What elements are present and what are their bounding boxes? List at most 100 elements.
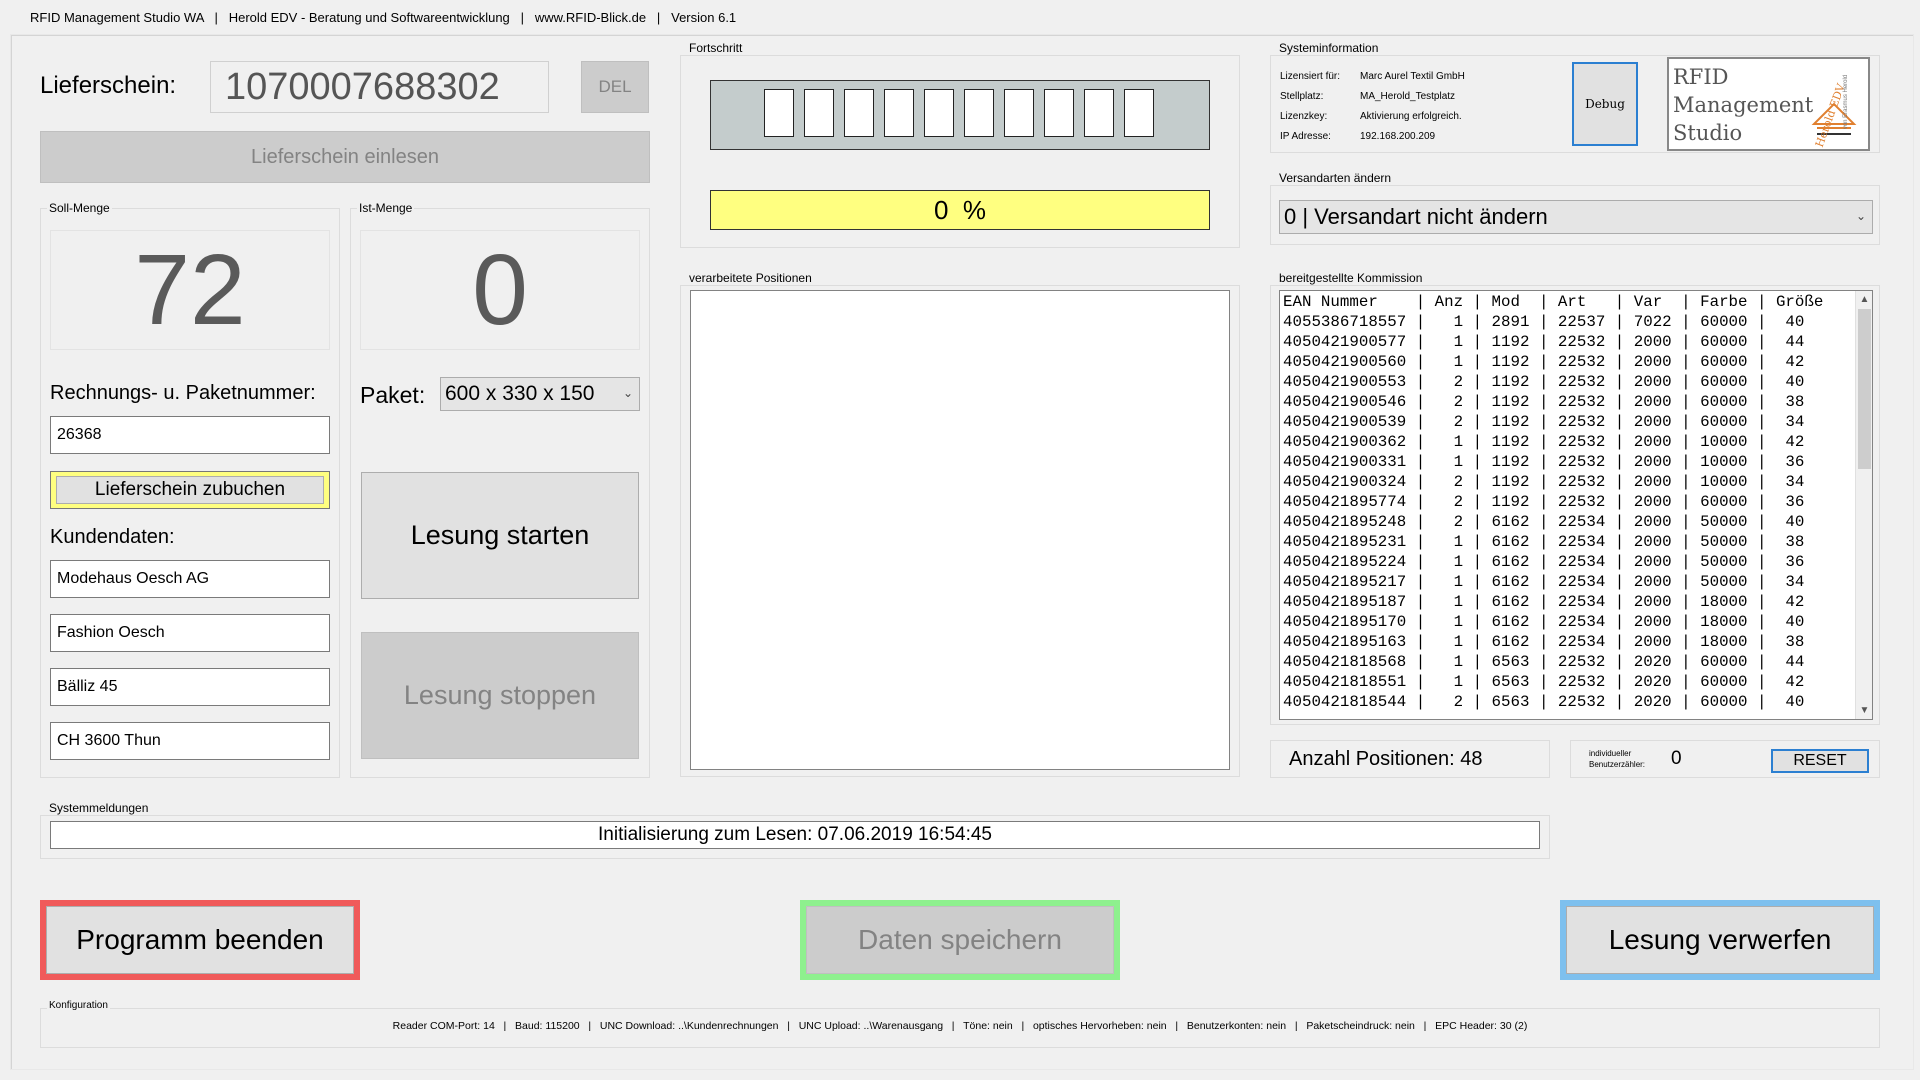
progress-slot xyxy=(764,89,794,137)
table-row[interactable]: 4050421900553 | 2 | 1192 | 22532 | 2000 … xyxy=(1283,372,1853,392)
lieferschein-einlesen-button[interactable]: Lieferschein einlesen xyxy=(40,131,650,183)
anzahl-box: Anzahl Positionen: 48 xyxy=(1270,740,1550,778)
soll-label: Soll-Menge xyxy=(47,201,112,215)
debug-button[interactable]: Debug xyxy=(1572,62,1638,146)
table-row[interactable]: 4050421900546 | 2 | 1192 | 22532 | 2000 … xyxy=(1283,392,1853,412)
reset-button[interactable]: RESET xyxy=(1771,749,1869,773)
del-button[interactable]: DEL xyxy=(581,61,649,113)
progress-slot xyxy=(884,89,914,137)
progress-slot xyxy=(1044,89,1074,137)
progress-percent: 0 % xyxy=(710,190,1210,230)
kommission-label: bereitgestellte Kommission xyxy=(1277,271,1425,285)
table-row[interactable]: 4050421895217 | 1 | 6162 | 22534 | 2000 … xyxy=(1283,572,1853,592)
programm-beenden-button[interactable]: Programm beenden xyxy=(40,900,360,980)
lieferschein-zubuchen-label: Lieferschein zubuchen xyxy=(56,476,324,504)
lieferschein-label: Lieferschein: xyxy=(40,72,177,99)
daten-speichern-button[interactable]: Daten speichern xyxy=(800,900,1120,980)
table-row[interactable]: 4050421895248 | 2 | 6162 | 22534 | 2000 … xyxy=(1283,512,1853,532)
lesung-starten-button[interactable]: Lesung starten xyxy=(361,472,639,599)
table-row[interactable]: 4050421900539 | 2 | 1192 | 22532 | 2000 … xyxy=(1283,412,1853,432)
benutzer-value: 0 xyxy=(1671,748,1682,769)
table-row[interactable]: 4050421818568 | 1 | 6563 | 22532 | 2020 … xyxy=(1283,652,1853,672)
kommission-list[interactable]: EAN Nummer | Anz | Mod | Art | Var | Far… xyxy=(1279,290,1873,720)
systemmeldungen-label: Systemmeldungen xyxy=(47,801,151,815)
programm-beenden-label: Programm beenden xyxy=(46,906,354,974)
rfid-logo: RFID Management Studio Herold EDV von Er… xyxy=(1667,57,1870,151)
positionen-list[interactable] xyxy=(690,290,1230,770)
ist-value: 0 xyxy=(360,230,640,350)
fortschritt-label: Fortschritt xyxy=(687,41,745,55)
table-row[interactable]: 4050421895774 | 2 | 1192 | 22532 | 2000 … xyxy=(1283,492,1853,512)
positionen-label: verarbeitete Positionen xyxy=(687,271,814,285)
lesung-verwerfen-label: Lesung verwerfen xyxy=(1566,906,1874,974)
paket-select[interactable]: 600 x 330 x 150 ⌄ xyxy=(440,377,640,411)
kommission-scrollbar[interactable]: ▲ ▼ xyxy=(1855,291,1872,719)
table-row[interactable]: 4050421818551 | 1 | 6563 | 22532 | 2020 … xyxy=(1283,672,1853,692)
konfiguration-label: Konfiguration xyxy=(47,1000,110,1011)
sysinfo-key-4: IP Adresse: xyxy=(1280,131,1331,142)
scroll-up-icon[interactable]: ▲ xyxy=(1856,291,1872,308)
daten-speichern-label: Daten speichern xyxy=(806,906,1114,974)
benutzer-label: individueller Benutzerzähler: xyxy=(1589,749,1646,769)
kunde-line4-field[interactable]: CH 3600 Thun xyxy=(50,722,330,760)
lieferschein-zubuchen-button[interactable]: Lieferschein zubuchen xyxy=(50,471,330,509)
kunde-line2-field[interactable]: Fashion Oesch xyxy=(50,614,330,652)
scroll-down-icon[interactable]: ▼ xyxy=(1856,702,1872,719)
kommission-header: EAN Nummer | Anz | Mod | Art | Var | Far… xyxy=(1283,293,1824,311)
rechnung-label: Rechnungs- u. Paketnummer: xyxy=(50,382,316,404)
table-row[interactable]: 4050421900560 | 1 | 1192 | 22532 | 2000 … xyxy=(1283,352,1853,372)
table-row[interactable]: 4055386718557 | 1 | 2891 | 22537 | 7022 … xyxy=(1283,312,1853,332)
rechnung-input[interactable]: 26368 xyxy=(50,416,330,454)
progress-slot xyxy=(1004,89,1034,137)
sysinfo-value-4: 192.168.200.209 xyxy=(1360,131,1436,142)
table-row[interactable]: 4050421900362 | 1 | 1192 | 22532 | 2000 … xyxy=(1283,432,1853,452)
versand-select[interactable]: 0 | Versandart nicht ändern ⌄ xyxy=(1279,200,1873,234)
soll-value: 72 xyxy=(50,230,330,350)
konfiguration-text: Reader COM-Port: 14 | Baud: 115200 | UNC… xyxy=(392,1020,1528,1032)
systeminfo-label: Systeminformation xyxy=(1277,41,1381,55)
progress-slots xyxy=(710,80,1210,150)
sysinfo-key-2: Stellplatz: xyxy=(1280,91,1324,102)
sysinfo-key-3: Lizenzkey: xyxy=(1280,111,1328,122)
kunde-line1-field[interactable]: Modehaus Oesch AG xyxy=(50,560,330,598)
systemmeldung-text: Initialisierung zum Lesen: 07.06.2019 16… xyxy=(50,821,1540,849)
paket-label: Paket: xyxy=(360,382,426,408)
logo-line2: Management xyxy=(1673,93,1814,117)
chevron-down-icon: ⌄ xyxy=(1855,209,1866,223)
table-row[interactable]: 4050421895170 | 1 | 6162 | 22534 | 2000 … xyxy=(1283,612,1853,632)
lesung-stoppen-button[interactable]: Lesung stoppen xyxy=(361,632,639,759)
versand-label: Versandarten ändern xyxy=(1277,171,1394,185)
scroll-thumb[interactable] xyxy=(1858,309,1871,469)
logo-small-text: von Erasmus Herold xyxy=(1843,74,1850,130)
paket-select-value: 600 x 330 x 150 xyxy=(445,382,595,405)
logo-line1: RFID xyxy=(1673,65,1729,89)
table-row[interactable]: 4050421900331 | 1 | 1192 | 22532 | 2000 … xyxy=(1283,452,1853,472)
sysinfo-value-2: MA_Herold_Testplatz xyxy=(1360,91,1456,102)
kommission-rows: 4055386718557 | 1 | 2891 | 22537 | 7022 … xyxy=(1283,312,1853,712)
lesung-verwerfen-button[interactable]: Lesung verwerfen xyxy=(1560,900,1880,980)
versand-select-value: 0 | Versandart nicht ändern xyxy=(1284,204,1548,229)
table-row[interactable]: 4050421895231 | 1 | 6162 | 22534 | 2000 … xyxy=(1283,532,1853,552)
table-row[interactable]: 4050421895224 | 1 | 6162 | 22534 | 2000 … xyxy=(1283,552,1853,572)
progress-slot xyxy=(1084,89,1114,137)
progress-slot xyxy=(924,89,954,137)
progress-slot xyxy=(964,89,994,137)
benutzer-box: individueller Benutzerzähler: 0 RESET xyxy=(1570,740,1880,778)
table-row[interactable]: 4050421895187 | 1 | 6162 | 22534 | 2000 … xyxy=(1283,592,1853,612)
table-row[interactable]: 4050421900324 | 2 | 1192 | 22532 | 2000 … xyxy=(1283,472,1853,492)
progress-slot xyxy=(844,89,874,137)
sysinfo-value-3: Aktivierung erfolgreich. xyxy=(1360,111,1462,122)
kunde-line3-field[interactable]: Bälliz 45 xyxy=(50,668,330,706)
table-row[interactable]: 4050421818544 | 2 | 6563 | 22532 | 2020 … xyxy=(1283,692,1853,712)
lieferschein-number-field[interactable]: 1070007688302 xyxy=(210,61,549,113)
kundendaten-label: Kundendaten: xyxy=(50,526,175,548)
chevron-down-icon: ⌄ xyxy=(622,386,633,400)
table-row[interactable]: 4050421900577 | 1 | 1192 | 22532 | 2000 … xyxy=(1283,332,1853,352)
ist-label: Ist-Menge xyxy=(357,201,415,215)
anzahl-positionen: Anzahl Positionen: 48 xyxy=(1289,747,1483,770)
progress-slot xyxy=(804,89,834,137)
sysinfo-key-1: Lizensiert für: xyxy=(1280,71,1341,82)
progress-slot xyxy=(1124,89,1154,137)
title-bar: RFID Management Studio WA | Herold EDV -… xyxy=(30,10,737,25)
table-row[interactable]: 4050421895163 | 1 | 6162 | 22534 | 2000 … xyxy=(1283,632,1853,652)
